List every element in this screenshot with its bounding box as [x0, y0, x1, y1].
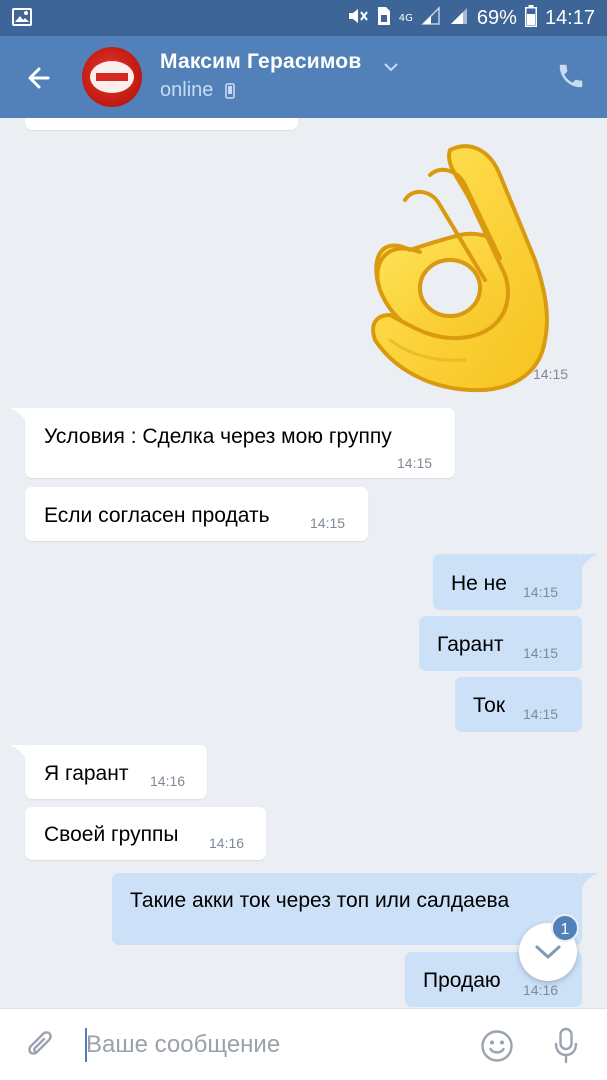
message-bubble-clipped[interactable] — [25, 118, 298, 130]
paperclip-icon[interactable] — [24, 1029, 58, 1063]
message-text: Ток — [473, 694, 506, 717]
contact-status: online — [160, 79, 214, 101]
message-time: 14:16 — [209, 835, 245, 851]
message-composer — [0, 1008, 607, 1080]
message-text: Гарант — [437, 633, 504, 656]
avatar-logo — [90, 61, 134, 93]
message-text: Не не — [451, 572, 507, 595]
message-bubble[interactable]: Условия : Сделка через мою группу 14:15 — [25, 408, 455, 478]
message-text: Если согласен продать — [44, 504, 270, 527]
message-list[interactable]: 14:15 Условия : Сделка через мою группу … — [0, 118, 607, 1008]
message-time: 14:15 — [533, 366, 569, 382]
clock: 14:17 — [544, 7, 595, 29]
message-text: Условия : Сделка через мою группу — [44, 425, 392, 448]
chevron-down-icon[interactable] — [383, 58, 399, 72]
message-time: 14:16 — [150, 773, 186, 789]
message-time: 14:15 — [523, 584, 559, 600]
mobile-phone-icon — [225, 83, 235, 99]
bubble-tail — [580, 554, 598, 572]
signal-icon-2 — [449, 6, 469, 31]
contact-name[interactable]: Максим Герасимов — [160, 50, 361, 74]
message-bubble[interactable]: Я гарант 14:16 — [25, 745, 207, 799]
message-bubble[interactable]: Ток 14:15 — [455, 677, 582, 732]
chevron-down-icon — [535, 945, 561, 959]
message-time: 14:15 — [523, 645, 559, 661]
avatar[interactable] — [82, 47, 142, 107]
microphone-icon[interactable] — [552, 1027, 580, 1065]
gallery-notification-icon — [12, 8, 32, 30]
battery-icon — [524, 5, 537, 32]
status-bar: 4G 69% 14:17 — [0, 0, 607, 36]
message-bubble[interactable]: Если согласен продать 14:15 — [25, 487, 368, 541]
sim-card-icon — [377, 6, 391, 31]
message-bubble[interactable]: Гарант 14:15 — [419, 616, 582, 671]
message-text: Такие акки ток через топ или салдаева — [130, 889, 510, 912]
message-time: 14:15 — [523, 706, 559, 722]
message-time: 14:16 — [523, 982, 559, 998]
message-bubble[interactable]: Не не 14:15 — [433, 554, 582, 610]
message-input[interactable] — [86, 1025, 456, 1065]
back-arrow-icon[interactable] — [22, 60, 58, 96]
bubble-tail — [580, 873, 598, 891]
message-bubble[interactable]: Своей группы 14:16 — [25, 807, 266, 860]
chat-header: Максим Герасимов online — [0, 36, 607, 118]
mute-icon — [347, 6, 369, 31]
network-type: 4G — [398, 12, 413, 24]
smiley-icon[interactable] — [480, 1029, 514, 1063]
message-text: Своей группы — [44, 823, 179, 846]
signal-icon — [421, 6, 441, 31]
message-text: Продаю — [423, 969, 501, 992]
phone-call-icon[interactable] — [556, 61, 586, 91]
unread-badge: 1 — [551, 914, 579, 942]
message-bubble[interactable]: Такие акки ток через топ или салдаева — [112, 873, 582, 945]
message-time: 14:15 — [397, 455, 433, 471]
message-time: 14:15 — [310, 515, 346, 531]
ok-hand-sticker[interactable] — [350, 140, 560, 402]
message-text: Я гарант — [44, 762, 129, 785]
battery-percent: 69% — [476, 7, 517, 29]
